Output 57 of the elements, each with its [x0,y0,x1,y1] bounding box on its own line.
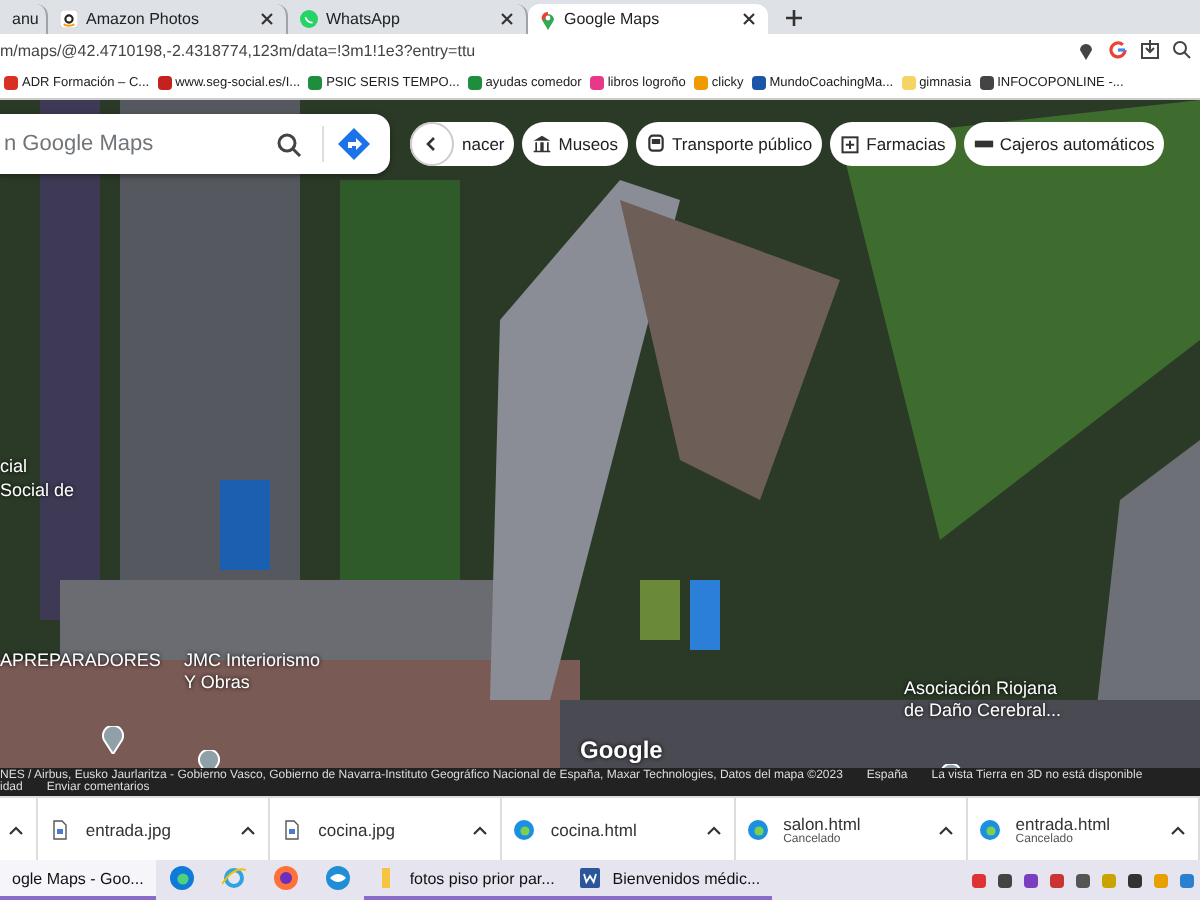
whatsapp-logo-icon [300,10,318,28]
map-place-label: cial [0,456,28,476]
close-icon[interactable] [742,12,756,26]
close-icon[interactable] [260,12,274,26]
directions-icon[interactable] [338,128,370,160]
chevron-up-icon[interactable] [8,823,24,835]
category-chip[interactable]: Cajeros automáticos [963,122,1165,166]
pharmacy-icon [840,134,861,154]
chevron-up-icon[interactable] [705,823,722,835]
download-filename: cocina.jpg [318,819,397,839]
download-filename: entrada.html [1015,813,1113,833]
firefox-icon [273,866,298,890]
internet-explorer-icon [221,866,246,890]
category-chip[interactable]: Farmacias [830,122,956,166]
location-pin-icon[interactable] [1076,40,1096,60]
download-filename: entrada.jpg [85,819,173,839]
chevron-up-icon[interactable] [240,823,257,835]
chevron-up-icon[interactable] [1170,823,1187,835]
map-place-label: APREPARADORES [0,650,161,670]
app-icon [325,866,350,890]
amazon-logo-icon [60,10,78,28]
bus-icon [646,134,667,154]
map-place-label: de Daño Cerebral... [904,700,1062,720]
taskbar-window-button[interactable]: fotos piso prior par... [363,860,567,900]
search-bar[interactable]: n Google Maps [0,114,390,174]
google-logo-icon[interactable] [1108,40,1128,60]
chevron-up-icon[interactable] [937,823,954,835]
search-field[interactable]: n Google Maps [0,130,276,158]
chevron-up-icon[interactable] [472,823,489,835]
image-file-icon [282,819,303,839]
close-icon[interactable] [500,12,514,26]
search-icon[interactable] [276,131,302,157]
install-icon[interactable] [1140,40,1160,60]
download-filename: salon.html [783,813,863,833]
map-place-label: JMC Interiorismo [184,650,321,670]
download-filename: cocina.html [550,819,639,839]
map-pin-icon[interactable] [102,726,124,754]
map-pin-icon [540,9,556,29]
edge-browser-icon [979,819,1000,839]
image-file-icon [49,819,70,839]
chevron-left-icon [424,136,440,152]
google-logo: Google [580,736,663,764]
map-place-label: Y Obras [184,672,250,692]
museum-icon [532,134,553,154]
address-url[interactable]: m/maps/@42.4710198,-2.4318774,123m/data=!3m1!1e3?entry=ttu [0,41,1064,59]
edge-browser-icon [514,819,535,839]
taskbar-window-button[interactable]: Bienvenidos médic... [566,860,773,900]
category-chip[interactable]: Transporte público [636,122,823,166]
edge-browser-icon [169,866,194,890]
category-chip[interactable]: Museos [522,122,629,166]
taskbar-window-button[interactable]: ogle Maps - Goo... [0,860,156,900]
word-document-icon [578,866,603,890]
map-place-label: Social de [0,480,75,500]
edge-browser-icon [747,819,768,839]
map-place-label: Asociación Riojana [904,678,1058,698]
zoom-icon[interactable] [1172,40,1192,60]
browser-tab[interactable]: Google Maps [528,4,768,34]
